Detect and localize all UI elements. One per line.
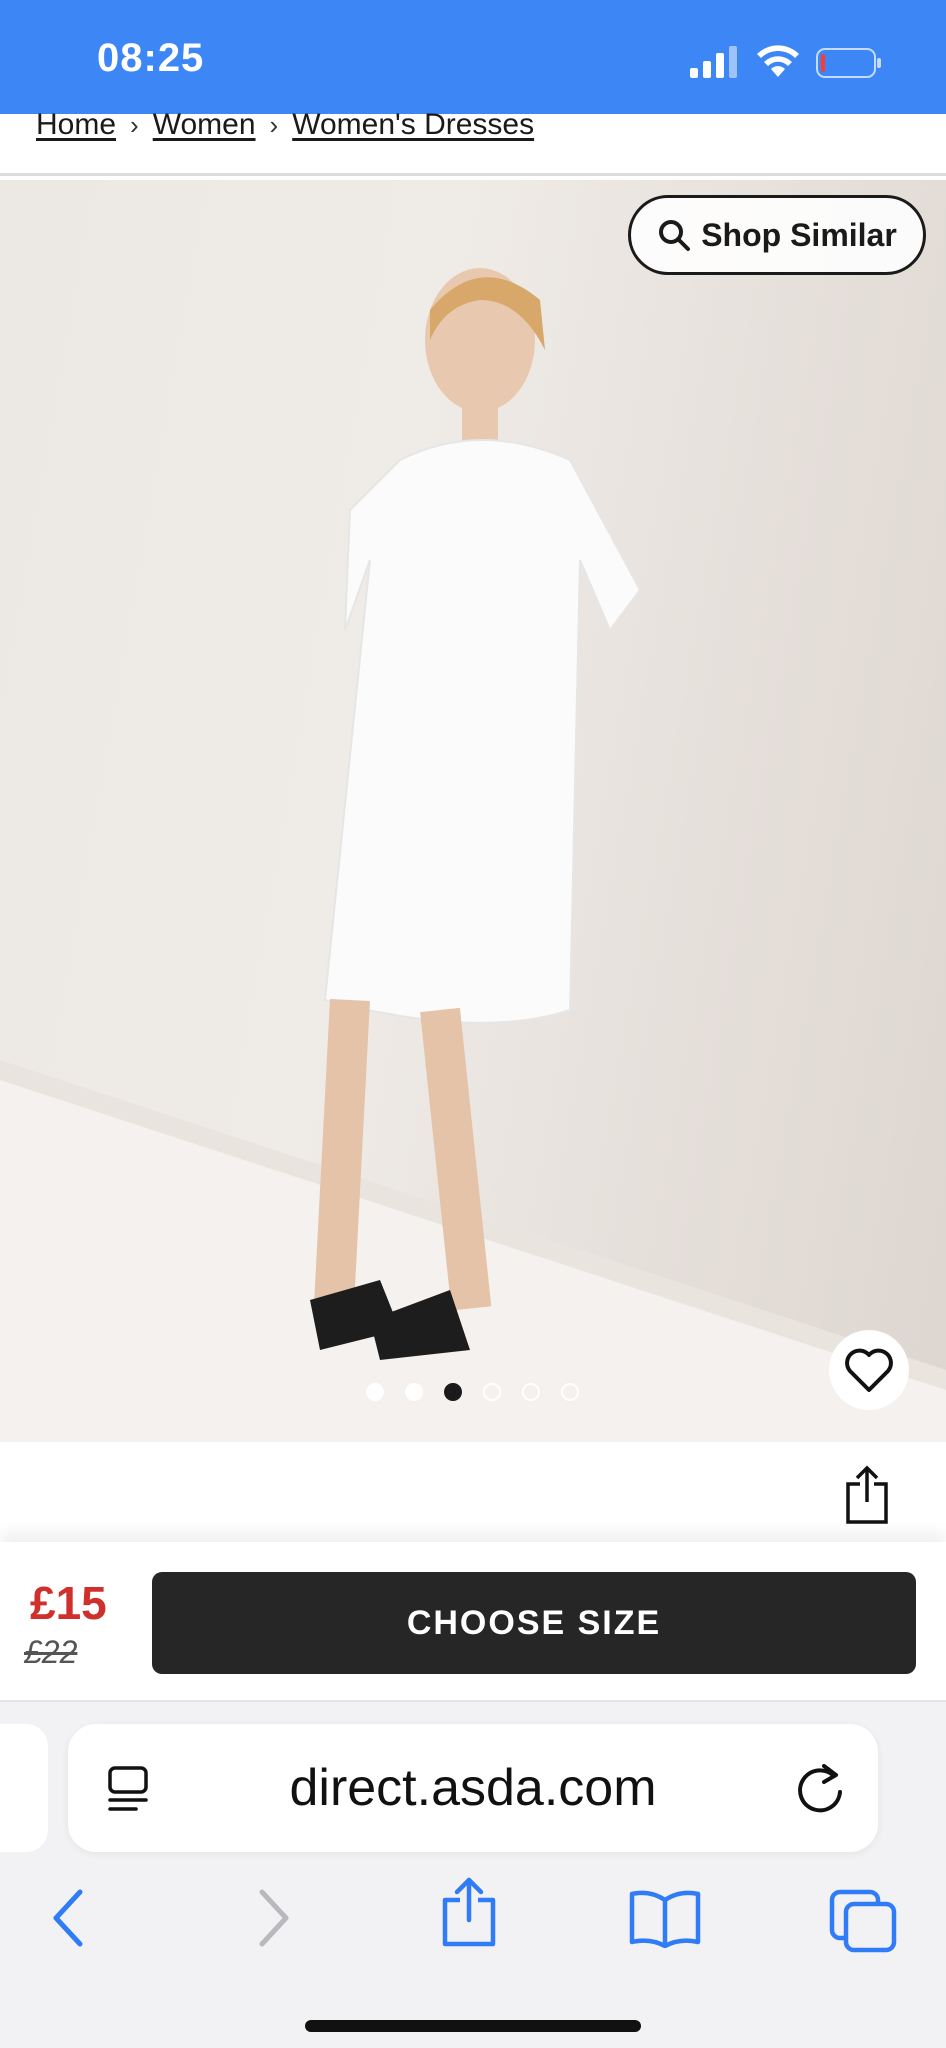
breadcrumb-womens-dresses-link[interactable]: Women's Dresses	[292, 108, 534, 142]
product-photo	[0, 268, 946, 1442]
buy-bar: £15 £22 CHOOSE SIZE	[0, 1542, 946, 1702]
signal-icon	[690, 46, 737, 78]
shop-similar-button[interactable]: Shop Similar	[628, 195, 926, 275]
favorite-button[interactable]	[829, 1330, 909, 1410]
shop-similar-label: Shop Similar	[701, 216, 897, 253]
status-time: 08:25	[97, 36, 205, 80]
tabs-icon[interactable]	[828, 1888, 898, 1954]
pagination-dot[interactable]	[561, 1383, 579, 1401]
url-text[interactable]: direct.asda.com	[68, 1758, 878, 1818]
choose-size-button[interactable]: CHOOSE SIZE	[152, 1572, 916, 1674]
current-price: £15	[30, 1577, 107, 1629]
previous-tab-peek[interactable]	[0, 1724, 48, 1852]
breadcrumb-home-link[interactable]: Home	[36, 108, 116, 142]
status-bar: 08:25	[0, 0, 946, 114]
browser-chrome: direct.asda.com	[0, 1702, 946, 2048]
chevron-right-icon: ›	[269, 109, 279, 140]
battery-icon	[816, 48, 881, 78]
heart-outline-icon	[845, 1348, 893, 1392]
share-icon[interactable]	[440, 1876, 498, 1948]
product-image[interactable]: Shop Similar	[0, 180, 946, 1442]
pagination-dot[interactable]	[522, 1383, 540, 1401]
back-icon[interactable]	[48, 1888, 88, 1948]
chevron-right-icon: ›	[130, 109, 139, 140]
reload-icon[interactable]	[794, 1760, 846, 1816]
forward-icon[interactable]	[254, 1888, 294, 1948]
share-icon[interactable]	[844, 1464, 890, 1524]
pagination-dot[interactable]	[483, 1383, 501, 1401]
pagination-dot-active[interactable]	[444, 1383, 462, 1401]
share-row	[0, 1442, 946, 1542]
original-price: £22	[24, 1634, 78, 1670]
bookmarks-icon[interactable]	[628, 1888, 702, 1948]
pagination-dot[interactable]	[405, 1383, 423, 1401]
browser-toolbar	[0, 1870, 946, 1970]
image-pagination	[366, 1383, 579, 1401]
search-icon	[659, 220, 691, 251]
home-indicator	[305, 2020, 641, 2032]
breadcrumb-women-link[interactable]: Women	[153, 108, 256, 142]
address-bar[interactable]: direct.asda.com	[68, 1724, 878, 1852]
screen: 08:25 Home › Women › Women's Dresses Sho…	[0, 0, 946, 2048]
pagination-dot[interactable]	[366, 1383, 384, 1401]
wifi-icon	[757, 45, 799, 77]
breadcrumb: Home › Women › Women's Dresses	[0, 108, 946, 176]
